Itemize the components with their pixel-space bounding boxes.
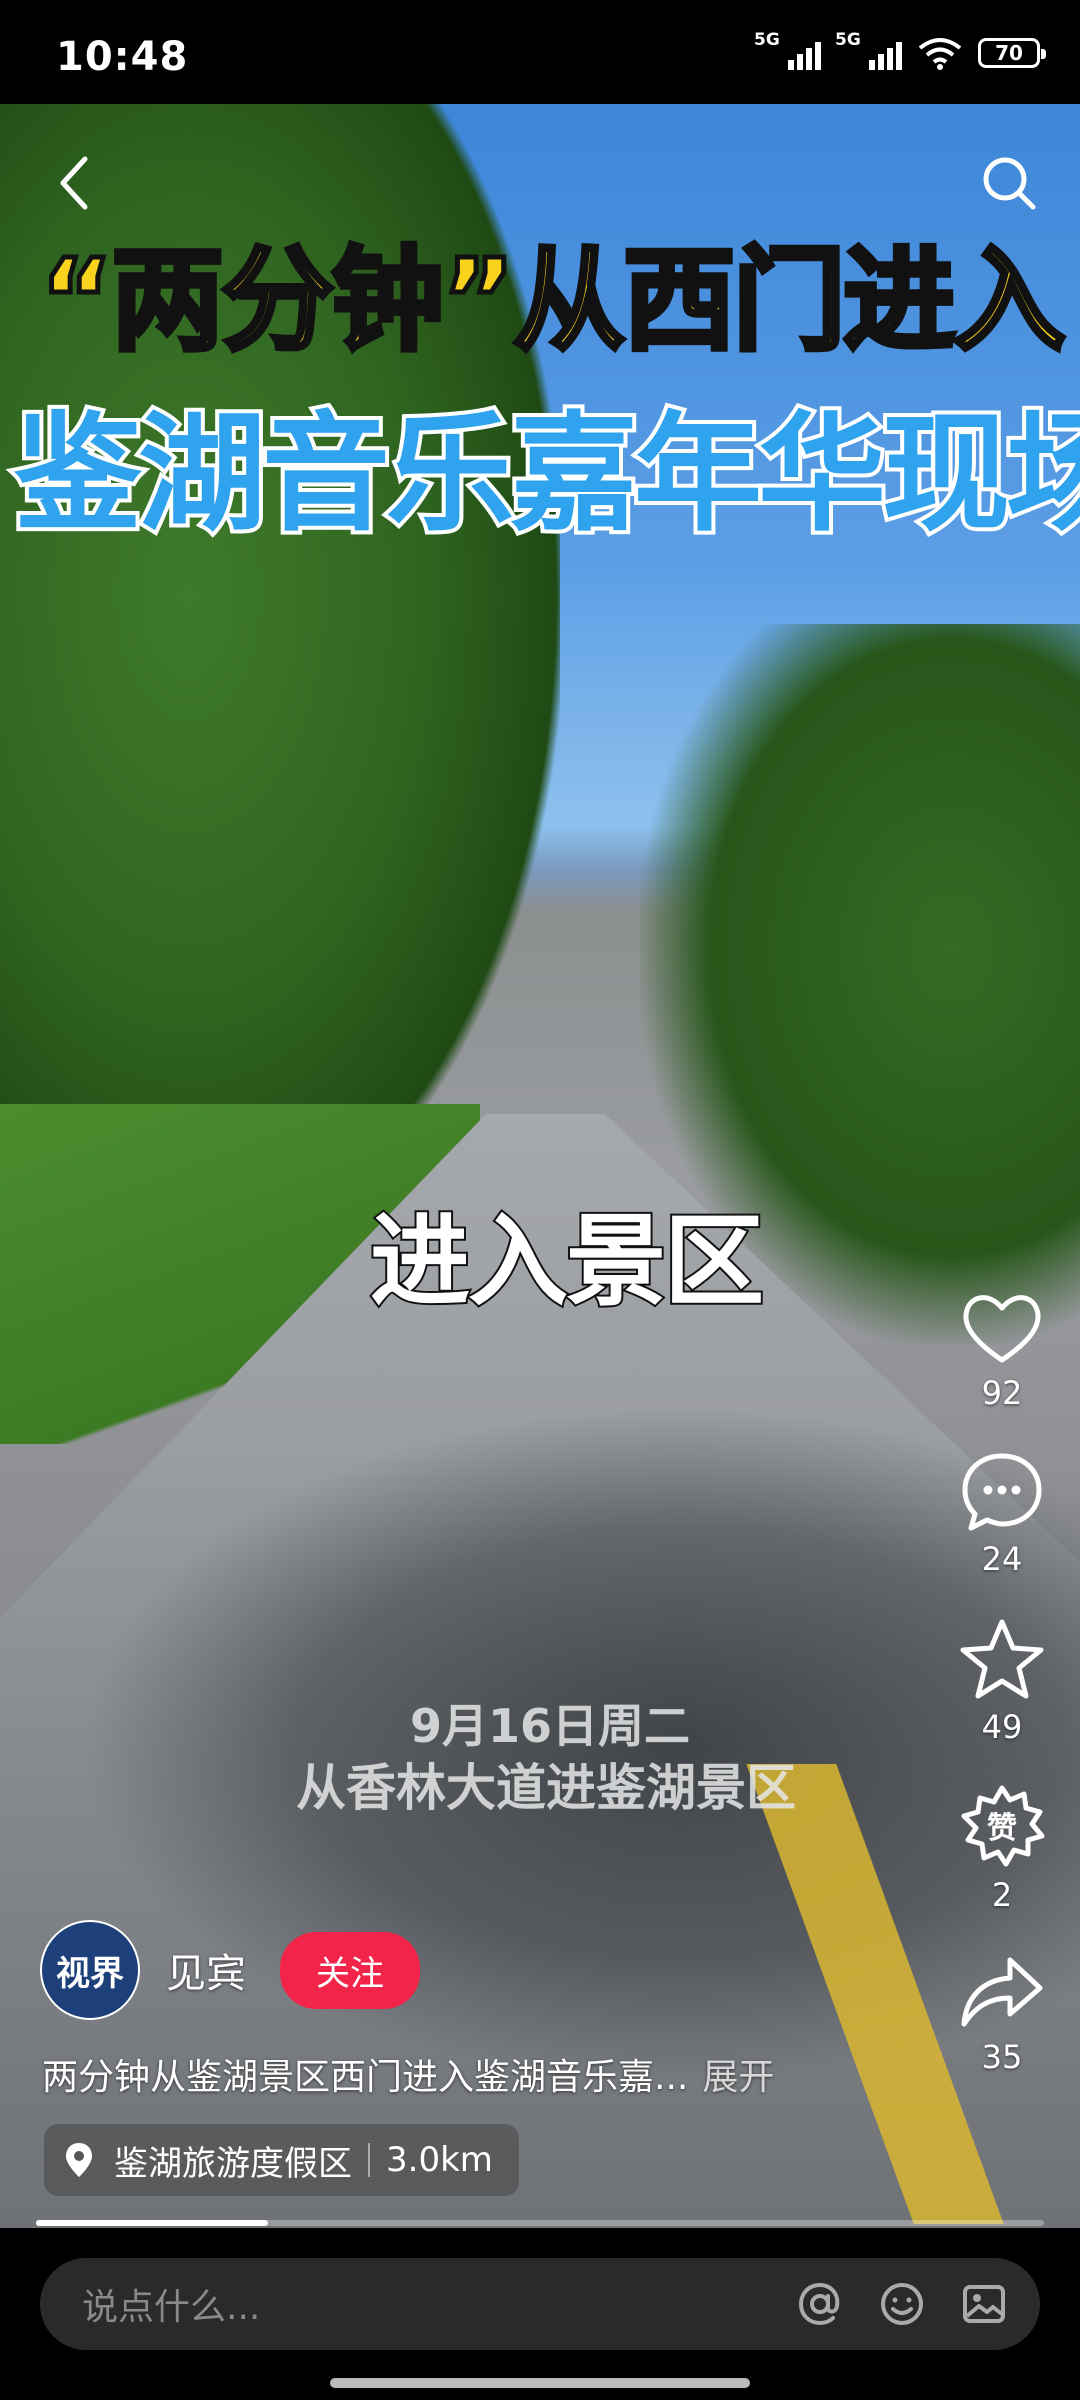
chevron-left-icon: [60, 156, 88, 210]
author-row: 视界 见宾 关注: [40, 1920, 420, 2020]
search-icon: [983, 157, 1036, 210]
hot-button[interactable]: 赞 2: [958, 1784, 1046, 1914]
location-tag[interactable]: 鉴湖旅游度假区 3.0km: [44, 2124, 519, 2196]
follow-button[interactable]: 关注: [280, 1931, 420, 2009]
status-icons: 5G 5G 70: [754, 30, 1046, 70]
video-title-line2: 鉴湖音乐嘉年华现场: [10, 396, 1080, 553]
share-icon: [961, 1957, 1043, 2027]
cellular-signal-icon-2: 5G: [835, 30, 902, 70]
video-sub-caption: 从香林大道进鉴湖景区: [296, 1759, 796, 1817]
favorite-count: 49: [981, 1708, 1023, 1746]
comment-icon: [962, 1453, 1042, 1531]
video-title-line1: “两分钟”从西门进入: [37, 234, 1067, 369]
comment-placeholder: 说点什么...: [82, 2287, 261, 2328]
image-icon[interactable]: [960, 2280, 1008, 2328]
share-count: 35: [981, 2038, 1023, 2076]
share-button[interactable]: 35: [958, 1952, 1046, 2076]
video-mid-caption: 进入景区: [368, 1201, 766, 1322]
hot-count: 2: [991, 1876, 1013, 1914]
like-button[interactable]: 92: [959, 1288, 1045, 1412]
home-indicator[interactable]: [330, 2378, 750, 2388]
location-distance: 3.0km: [386, 2140, 493, 2180]
location-divider: [368, 2143, 370, 2177]
location-pin-icon: [66, 2143, 92, 2177]
heart-icon: [963, 1295, 1041, 1363]
battery-icon: 70: [978, 38, 1046, 68]
status-time: 10:48: [56, 34, 189, 80]
favorite-button[interactable]: 49: [958, 1616, 1046, 1746]
video-progress-bar[interactable]: [36, 2220, 1044, 2226]
mention-icon[interactable]: [796, 2280, 844, 2328]
wifi-icon: [918, 38, 962, 70]
like-count: 92: [981, 1374, 1023, 1412]
author-name[interactable]: 见宾: [166, 1941, 246, 1999]
video-date-caption: 9月16日周二: [410, 1699, 691, 1753]
comment-count: 24: [981, 1540, 1023, 1578]
expand-link[interactable]: 展开: [702, 2057, 774, 2098]
svg-text:赞: 赞: [987, 1811, 1017, 1846]
video-caption[interactable]: 两分钟从鉴湖景区西门进入鉴湖音乐嘉... 展开: [42, 2048, 774, 2100]
comment-button[interactable]: 24: [959, 1450, 1045, 1578]
comment-input[interactable]: 说点什么...: [40, 2258, 1040, 2350]
bottom-bar: 说点什么...: [0, 2228, 1080, 2400]
avatar[interactable]: 视界: [40, 1920, 140, 2020]
location-name: 鉴湖旅游度假区: [114, 2143, 352, 2184]
caption-text: 两分钟从鉴湖景区西门进入鉴湖音乐嘉...: [42, 2057, 689, 2098]
video-progress-fill: [36, 2220, 268, 2226]
search-button[interactable]: [974, 148, 1044, 218]
action-column: 92 24 49 赞 2 35: [948, 1288, 1056, 2114]
hot-burst-icon: 赞: [961, 1785, 1045, 1867]
emoji-icon[interactable]: [878, 2280, 926, 2328]
back-button[interactable]: [40, 148, 110, 218]
cellular-signal-icon: 5G: [754, 30, 821, 70]
status-bar: 10:48 5G 5G 70: [0, 0, 1080, 104]
star-icon: [960, 1619, 1044, 1699]
